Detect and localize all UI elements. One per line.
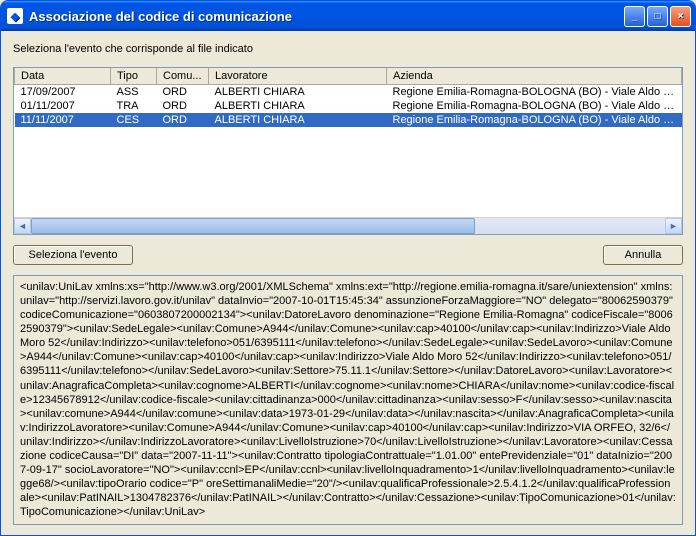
cancel-button[interactable]: Annulla bbox=[603, 245, 683, 265]
cell-com: ORD bbox=[157, 85, 209, 100]
cell-tipo: CES bbox=[111, 113, 157, 127]
button-row: Seleziona l'evento Annulla bbox=[13, 243, 683, 267]
cell-data: 11/11/2007 bbox=[15, 113, 111, 127]
col-comu[interactable]: Comu... bbox=[157, 68, 209, 85]
xml-preview[interactable]: <unilav:UniLav xmlns:xs="http://www.w3.o… bbox=[13, 275, 683, 525]
cell-data: 01/11/2007 bbox=[15, 99, 111, 113]
cell-com: ORD bbox=[157, 113, 209, 127]
app-icon: ◆ bbox=[7, 8, 23, 24]
table-header-row: Data Tipo Comu... Lavoratore Azienda bbox=[15, 68, 682, 85]
cell-lav: ALBERTI CHIARA bbox=[209, 85, 387, 100]
maximize-button[interactable]: □ bbox=[647, 6, 668, 27]
col-data[interactable]: Data bbox=[15, 68, 111, 85]
table-row[interactable]: 11/11/2007CESORDALBERTI CHIARARegione Em… bbox=[15, 113, 682, 127]
dialog-window: ◆ Associazione del codice di comunicazio… bbox=[0, 0, 696, 536]
cell-lav: ALBERTI CHIARA bbox=[209, 113, 387, 127]
col-tipo[interactable]: Tipo bbox=[111, 68, 157, 85]
close-button[interactable]: × bbox=[670, 6, 691, 27]
content-area: Seleziona l'evento che corrisponde al fi… bbox=[1, 31, 695, 535]
col-azienda[interactable]: Azienda bbox=[387, 68, 682, 85]
horizontal-scrollbar[interactable]: ◄ ► bbox=[14, 217, 682, 234]
cell-data: 17/09/2007 bbox=[15, 85, 111, 100]
cell-az: Regione Emilia-Romagna-BOLOGNA (BO) - Vi… bbox=[387, 113, 682, 127]
titlebar[interactable]: ◆ Associazione del codice di comunicazio… bbox=[1, 1, 695, 31]
table-row[interactable]: 01/11/2007TRAORDALBERTI CHIARARegione Em… bbox=[15, 99, 682, 113]
cell-az: Regione Emilia-Romagna-BOLOGNA (BO) - Vi… bbox=[387, 85, 682, 100]
table-row[interactable]: 17/09/2007ASSORDALBERTI CHIARARegione Em… bbox=[15, 85, 682, 100]
cell-lav: ALBERTI CHIARA bbox=[209, 99, 387, 113]
scroll-right-button[interactable]: ► bbox=[665, 218, 682, 234]
scroll-thumb[interactable] bbox=[31, 218, 475, 234]
table: Data Tipo Comu... Lavoratore Azienda 17/… bbox=[14, 68, 682, 127]
select-event-button[interactable]: Seleziona l'evento bbox=[13, 245, 133, 265]
table-scroll: Data Tipo Comu... Lavoratore Azienda 17/… bbox=[14, 68, 682, 217]
window-buttons: _ □ × bbox=[624, 6, 691, 27]
minimize-button[interactable]: _ bbox=[624, 6, 645, 27]
instruction-text: Seleziona l'evento che corrisponde al fi… bbox=[13, 41, 683, 59]
events-table: Data Tipo Comu... Lavoratore Azienda 17/… bbox=[13, 67, 683, 235]
col-lavoratore[interactable]: Lavoratore bbox=[209, 68, 387, 85]
cell-com: ORD bbox=[157, 99, 209, 113]
cell-tipo: TRA bbox=[111, 99, 157, 113]
window-title: Associazione del codice di comunicazione bbox=[29, 9, 624, 24]
cell-az: Regione Emilia-Romagna-BOLOGNA (BO) - Vi… bbox=[387, 99, 682, 113]
scroll-left-button[interactable]: ◄ bbox=[14, 218, 31, 234]
cell-tipo: ASS bbox=[111, 85, 157, 100]
scroll-track[interactable] bbox=[31, 218, 665, 234]
